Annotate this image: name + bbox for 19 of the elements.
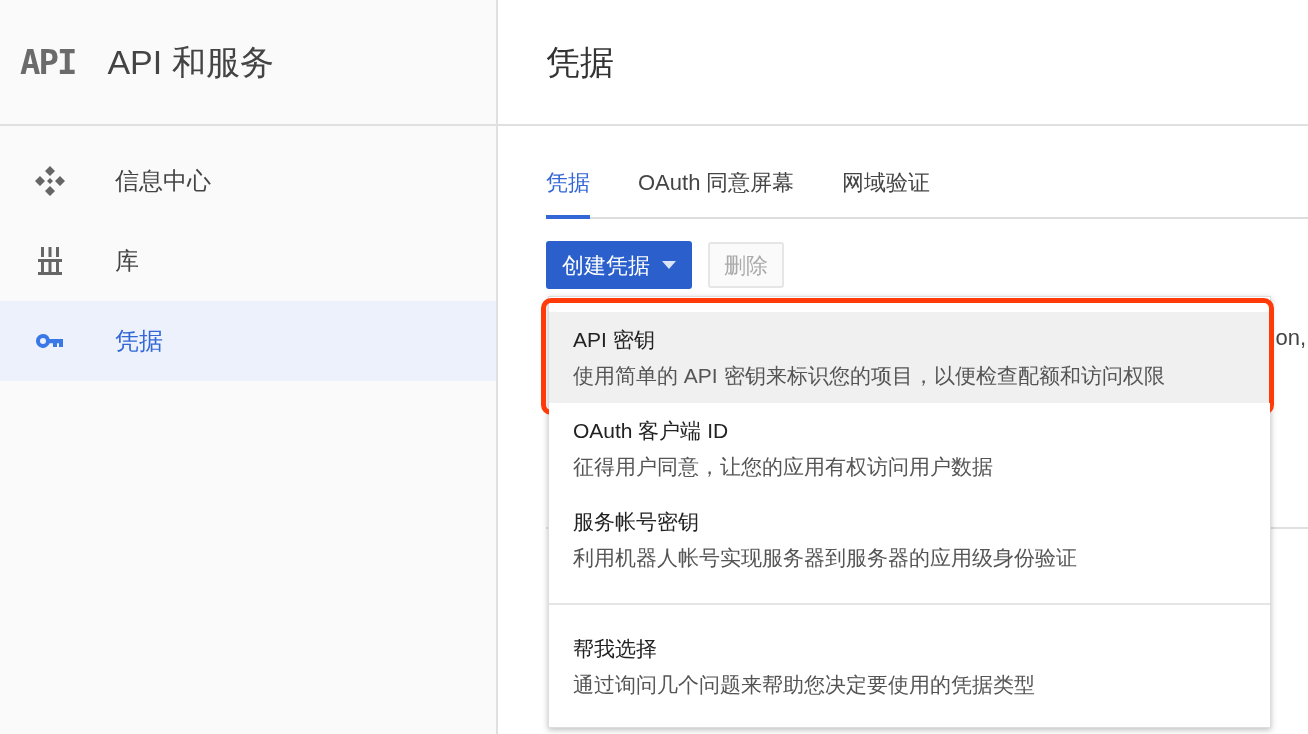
menu-item[interactable]: API 密钥 使用简单的 API 密钥来标识您的项目，以便检查配额和访问权限 xyxy=(549,312,1270,403)
tab[interactable]: 网域验证 xyxy=(842,166,931,219)
page-title: 凭据 xyxy=(546,41,614,83)
caret-icon xyxy=(662,261,676,269)
diamond-grid-icon xyxy=(34,165,66,197)
menu-item[interactable]: 服务帐号密钥 利用机器人帐号实现服务器到服务器的应用级身份验证 xyxy=(549,494,1270,585)
tab[interactable]: 凭据 xyxy=(546,166,590,219)
create-credentials-button[interactable]: 创建凭据 xyxy=(546,241,692,289)
api-logo: API xyxy=(20,40,76,84)
library-icon xyxy=(38,247,62,275)
tab[interactable]: OAuth 同意屏幕 xyxy=(638,166,795,219)
menu-item[interactable]: 帮我选择 通过询问几个问题来帮助您决定要使用的凭据类型 xyxy=(549,621,1270,712)
sidebar-item[interactable]: 信息中心 xyxy=(0,141,496,221)
sidebar-item[interactable]: 库 xyxy=(0,221,496,301)
sidebar-item[interactable]: 凭据 xyxy=(0,301,496,381)
menu-item[interactable]: OAuth 客户端 ID 征得用户同意，让您的应用有权访问用户数据 xyxy=(549,403,1270,494)
key-icon xyxy=(36,333,64,349)
background-text: on, xyxy=(1275,324,1306,352)
app-title: API 和服务 xyxy=(107,41,274,83)
